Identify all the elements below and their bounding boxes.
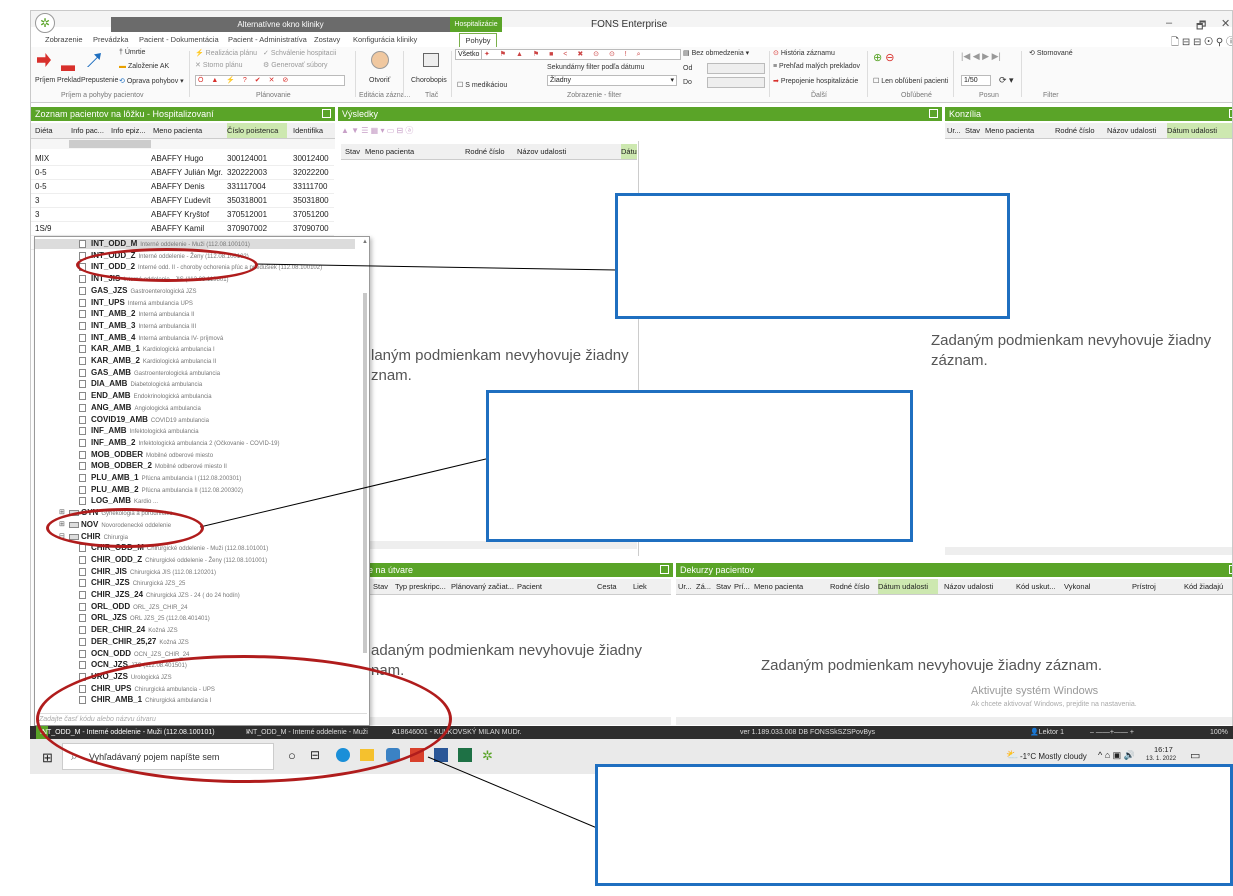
pointer-line [427, 756, 598, 829]
pointer-line [254, 263, 618, 271]
annotation-callout-box [595, 764, 1233, 886]
highlight-ellipse [76, 248, 258, 282]
annotation-callout-box [615, 193, 1010, 319]
highlight-ellipse [46, 508, 204, 548]
pointer-line [199, 457, 491, 528]
annotation-callout-box [486, 390, 913, 542]
highlight-ellipse [36, 655, 452, 783]
